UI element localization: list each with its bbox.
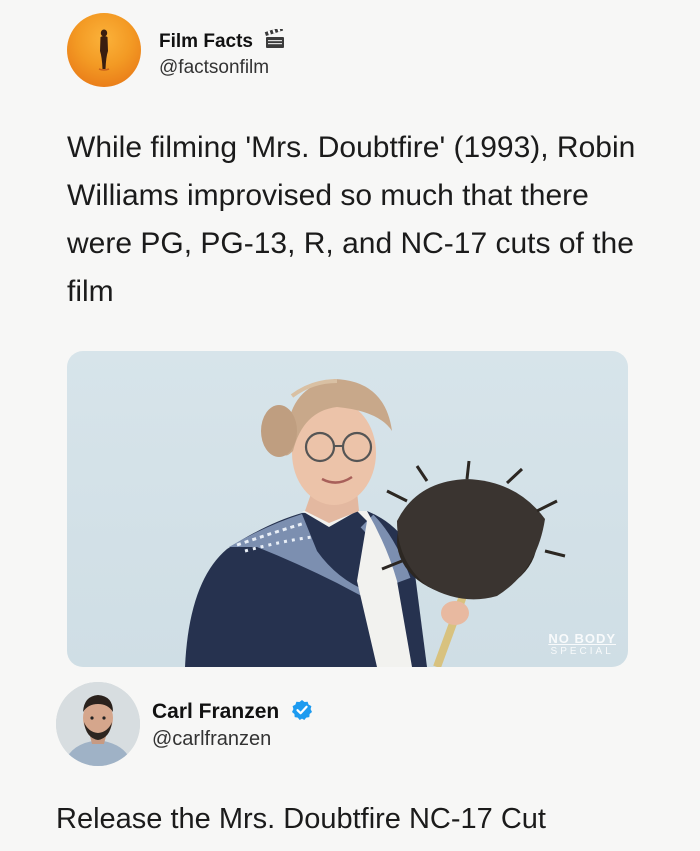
watermark: NO BODY SPECIAL — [548, 631, 616, 657]
tweet-text: While filming 'Mrs. Doubtfire' (1993), R… — [67, 131, 636, 308]
verified-badge-icon — [291, 699, 313, 727]
author-name-text: Carl Franzen — [152, 700, 280, 723]
author-name-text: Film Facts — [159, 31, 253, 52]
avatar[interactable] — [67, 13, 141, 87]
author-handle[interactable]: @factsonfilm — [159, 57, 269, 79]
clapperboard-icon — [264, 26, 286, 55]
watermark-line-2: SPECIAL — [550, 646, 614, 657]
silhouette-figure-icon — [98, 29, 110, 71]
tweet-header: Film Facts @factsonfilm — [67, 13, 627, 93]
mrs-doubtfire-photo — [185, 379, 566, 667]
avatar[interactable] — [56, 682, 140, 766]
author-name[interactable]: Film Facts — [159, 26, 286, 55]
author-handle[interactable]: @carlfranzen — [152, 728, 271, 751]
profile-photo-icon — [56, 682, 140, 766]
reply-header: Carl Franzen @carlfranzen — [56, 682, 656, 768]
watermark-line-1: NO BODY — [548, 631, 616, 646]
tweet-image[interactable]: NO BODY SPECIAL — [67, 351, 628, 667]
reply-text: Release the Mrs. Doubtfire NC-17 Cut — [56, 803, 546, 835]
author-name[interactable]: Carl Franzen — [152, 699, 313, 727]
